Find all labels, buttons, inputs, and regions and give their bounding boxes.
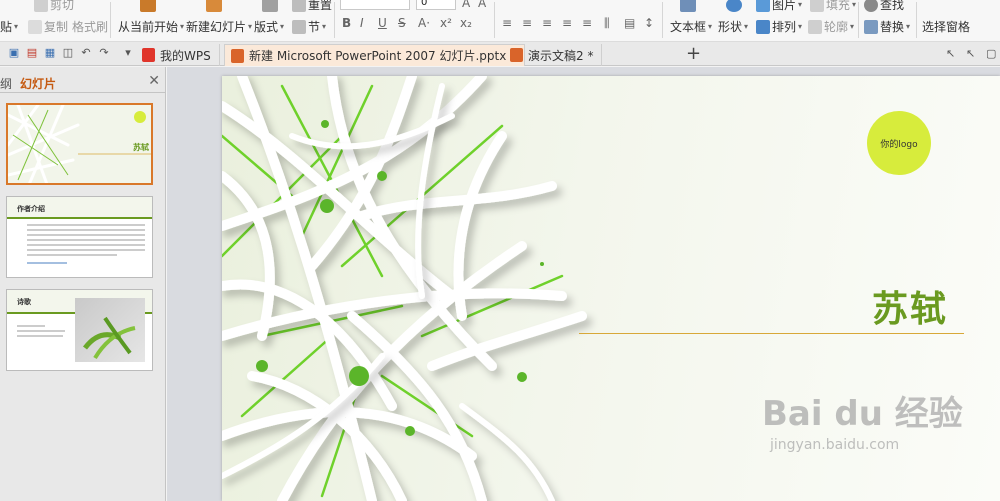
- tab-presentation-2[interactable]: 演示文稿2 *: [504, 44, 603, 66]
- from-current-icon-wrap[interactable]: [140, 0, 156, 12]
- redo-icon[interactable]: ↷: [98, 47, 110, 59]
- shrink-font-icon[interactable]: A: [478, 0, 486, 10]
- arrange-button[interactable]: 排列 ▾: [756, 18, 802, 35]
- layout-icon-wrap: [262, 0, 278, 12]
- ppt-file-icon: [510, 48, 523, 62]
- copy-button[interactable]: 复制: [28, 18, 68, 35]
- new-slide-icon-wrap[interactable]: [206, 0, 222, 12]
- thumb-3-body-text: [17, 325, 65, 337]
- italic-button[interactable]: I: [360, 16, 364, 30]
- watermark: Bai du 经验 jingyan.baidu.com: [762, 386, 963, 453]
- outline-icon: [808, 19, 822, 34]
- logo-placeholder[interactable]: 你的logo: [867, 111, 931, 175]
- play-slide-icon: [140, 0, 156, 12]
- align-left-icon[interactable]: ≡: [502, 16, 512, 30]
- new-slide-icon: [206, 0, 222, 12]
- section-button[interactable]: 节 ▾: [292, 18, 326, 35]
- title-underline: [579, 333, 964, 334]
- align-right-icon[interactable]: ≡: [542, 16, 552, 30]
- close-pane-icon[interactable]: ✕: [148, 73, 160, 89]
- font-size-select[interactable]: 0: [416, 0, 456, 10]
- wps-logo-icon: [142, 48, 155, 62]
- thumb-3-title: 诗歌: [17, 298, 31, 306]
- pointer-tool-icon[interactable]: ↖: [966, 47, 975, 60]
- replace-button[interactable]: 替换 ▾: [864, 18, 910, 35]
- align-center-icon[interactable]: ≡: [522, 16, 532, 30]
- reset-button[interactable]: 重置: [292, 0, 332, 13]
- justify-icon[interactable]: ≡: [562, 16, 572, 30]
- thumb-3-image: [75, 298, 145, 362]
- tab-outline[interactable]: 纲: [0, 75, 12, 92]
- textbox-icon: [680, 0, 696, 12]
- picture-icon: [756, 0, 770, 12]
- slide-canvas[interactable]: 你的logo 苏轼 Bai du 经验 jingyan.baidu.com: [222, 76, 1000, 501]
- thumb-2-body-text: [27, 224, 145, 264]
- underline-button[interactable]: U: [378, 16, 387, 30]
- font-name-select[interactable]: [340, 0, 410, 10]
- ribbon-toolbar: 剪切 贴 ▾ 复制 格式刷 从当前开始 ▾ 新建幻灯片 ▾ 版式 ▾ 重置 节 ▾ 0 B…: [0, 0, 1000, 42]
- tab-pptx-document[interactable]: 新建 Microsoft PowerPoint 2007 幻灯片.pptx *: [224, 44, 526, 66]
- slide-thumbnail-1[interactable]: 苏轼: [6, 103, 153, 185]
- cut-button[interactable]: 剪切: [34, 0, 74, 13]
- watermark-sub: jingyan.baidu.com: [770, 437, 900, 453]
- reset-icon: [292, 0, 306, 12]
- slide-title[interactable]: 苏轼: [872, 280, 948, 332]
- tab-slides[interactable]: 幻灯片: [20, 75, 56, 92]
- distribute-icon[interactable]: ≡: [582, 16, 592, 30]
- shape-button[interactable]: 形状 ▾: [718, 18, 748, 35]
- arrange-icon: [756, 19, 770, 34]
- customize-dropdown-icon[interactable]: ▾: [122, 47, 134, 59]
- layout-button[interactable]: 版式 ▾: [254, 18, 284, 35]
- slides-pane: 纲 幻灯片 ✕ 苏轼 作者介绍 诗歌: [0, 67, 166, 501]
- slide-thumbnail-2[interactable]: 作者介绍: [6, 196, 153, 278]
- font-color-icon[interactable]: A·: [418, 16, 430, 30]
- strikethrough-button[interactable]: S: [398, 16, 406, 30]
- ppt-file-icon: [231, 49, 244, 63]
- superscript-icon[interactable]: x²: [440, 16, 452, 30]
- copy-icon: [28, 19, 42, 34]
- window-tool-icon[interactable]: ▢: [986, 47, 996, 60]
- new-tab-plus-icon[interactable]: +: [686, 43, 701, 64]
- search-icon: [864, 0, 878, 12]
- new-slide-button[interactable]: 新建幻灯片 ▾: [186, 18, 252, 35]
- replace-icon: [864, 19, 878, 34]
- save-icon[interactable]: ▣: [8, 47, 20, 59]
- cursor-tool-icon[interactable]: ↖: [946, 47, 955, 60]
- text-direction-icon[interactable]: ▤: [624, 16, 635, 30]
- layout-icon: [262, 0, 278, 12]
- line-spacing-icon[interactable]: ↕: [644, 16, 654, 30]
- from-current-button[interactable]: 从当前开始 ▾: [118, 18, 184, 35]
- tab-my-wps[interactable]: 我的WPS: [136, 44, 220, 66]
- subscript-icon[interactable]: x₂: [460, 16, 472, 30]
- pane-tabs: 纲 幻灯片 ✕: [0, 73, 166, 93]
- thumb-1-art: [8, 105, 151, 183]
- print-preview-icon[interactable]: ◫: [62, 47, 74, 59]
- grow-font-icon[interactable]: A: [462, 0, 470, 10]
- section-icon: [292, 19, 306, 34]
- textbox-button[interactable]: 文本框 ▾: [670, 18, 712, 35]
- select-pane-button[interactable]: 选择窗格: [922, 18, 970, 35]
- picture-button[interactable]: 图片 ▾: [756, 0, 802, 13]
- shape-icon-wrap: [726, 0, 742, 12]
- scissors-icon: [34, 0, 48, 12]
- undo-icon[interactable]: ↶: [80, 47, 92, 59]
- slide-thumbnail-3[interactable]: 诗歌: [6, 289, 153, 371]
- fill-icon: [810, 0, 824, 12]
- textbox-icon-wrap: [680, 0, 696, 12]
- bamboo-leaves-icon: [83, 316, 136, 360]
- export-pdf-icon[interactable]: ▤: [26, 47, 38, 59]
- fill-button[interactable]: 填充 ▾: [810, 0, 856, 13]
- thumb-1-title: 苏轼: [133, 143, 149, 152]
- watermark-main: Bai du 经验: [762, 394, 963, 434]
- print-icon[interactable]: ▦: [44, 47, 56, 59]
- find-button[interactable]: 查找: [864, 0, 904, 13]
- columns-icon[interactable]: ⫼: [604, 16, 610, 31]
- bold-button[interactable]: B: [342, 16, 351, 30]
- outline-button[interactable]: 轮廓 ▾: [808, 18, 854, 35]
- shape-icon: [726, 0, 742, 12]
- format-painter-button[interactable]: 格式刷: [72, 18, 108, 35]
- document-tab-bar: ▣ ▤ ▦ ◫ ↶ ↷ ▾ 我的WPS 新建 Microsoft PowerPo…: [0, 42, 1000, 66]
- paste-button[interactable]: 贴 ▾: [0, 18, 18, 35]
